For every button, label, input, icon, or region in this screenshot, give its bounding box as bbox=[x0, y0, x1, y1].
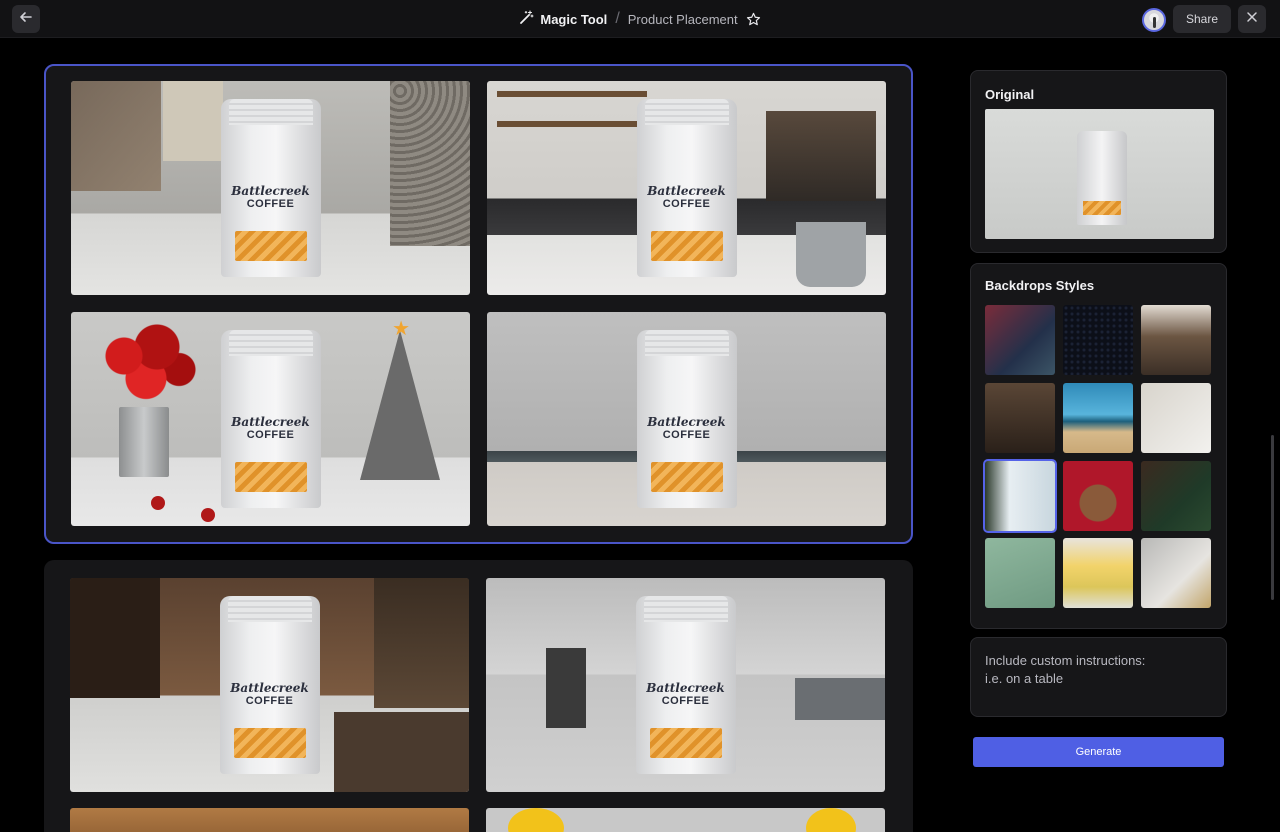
backdrops-panel: Backdrops Styles bbox=[970, 263, 1227, 629]
result-image[interactable] bbox=[486, 808, 885, 832]
magic-wand-icon bbox=[519, 10, 534, 28]
close-button[interactable] bbox=[1238, 5, 1266, 33]
share-button[interactable]: Share bbox=[1173, 5, 1231, 33]
original-image bbox=[985, 109, 1214, 239]
bag-brand: Battlecreek COFFEE bbox=[637, 415, 737, 442]
star-icon[interactable] bbox=[746, 12, 761, 27]
scrollbar[interactable] bbox=[1271, 435, 1274, 600]
backdrop-thumb-selected[interactable] bbox=[983, 459, 1057, 533]
close-icon bbox=[1246, 10, 1258, 28]
bag-label bbox=[650, 231, 723, 261]
bag-label bbox=[650, 462, 723, 492]
bag-brand: Battlecreek COFFEE bbox=[221, 184, 321, 211]
bag-brand: Battlecreek COFFEE bbox=[220, 681, 320, 708]
avatar[interactable] bbox=[1142, 8, 1166, 32]
product-bag: Battlecreek COFFEE bbox=[220, 330, 321, 508]
bag-brand-script: Battlecreek bbox=[647, 415, 726, 429]
top-bar: Magic Tool / Product Placement Share bbox=[0, 0, 1280, 38]
bag-label bbox=[234, 462, 307, 492]
generate-button[interactable]: Generate bbox=[973, 737, 1224, 767]
backdrop-thumb[interactable] bbox=[1141, 383, 1211, 453]
breadcrumb-tool-label: Magic Tool bbox=[540, 11, 608, 27]
backdrop-thumb[interactable] bbox=[1141, 305, 1211, 375]
bag-label bbox=[233, 728, 306, 758]
backdrop-thumb[interactable] bbox=[1063, 461, 1133, 531]
bag-brand-script: Battlecreek bbox=[230, 681, 309, 695]
original-panel: Original bbox=[970, 70, 1227, 253]
custom-instructions-placeholder: Include custom instructions: i.e. on a t… bbox=[985, 652, 1145, 688]
breadcrumb-tool[interactable]: Magic Tool bbox=[519, 10, 607, 28]
result-image[interactable]: Battlecreek COFFEE bbox=[487, 312, 886, 526]
backdrop-thumb[interactable] bbox=[985, 383, 1055, 453]
breadcrumb-separator: / bbox=[615, 10, 620, 27]
bag-brand-script: Battlecreek bbox=[646, 681, 725, 695]
backdrop-thumb[interactable] bbox=[1063, 305, 1133, 375]
backdrops-title: Backdrops Styles bbox=[985, 278, 1095, 293]
backdrop-thumb[interactable] bbox=[1141, 461, 1211, 531]
backdrop-thumb[interactable] bbox=[985, 538, 1055, 608]
result-group[interactable]: Battlecreek COFFEE Battlecreek COFFEE bbox=[44, 560, 913, 832]
bag-brand-word: COFFEE bbox=[246, 429, 295, 442]
bag-brand-script: Battlecreek bbox=[231, 415, 310, 429]
original-title: Original bbox=[985, 87, 1035, 102]
product-bag: Battlecreek COFFEE bbox=[635, 596, 736, 774]
breadcrumb: Magic Tool / Product Placement bbox=[0, 0, 1280, 38]
custom-instructions-line2: i.e. on a table bbox=[985, 671, 1064, 686]
breadcrumb-page-label: Product Placement bbox=[627, 11, 738, 27]
backdrop-thumb[interactable] bbox=[1063, 538, 1133, 608]
result-image[interactable] bbox=[70, 808, 469, 832]
bag-brand-word: COFFEE bbox=[662, 198, 711, 211]
custom-instructions-line1: Include custom instructions: bbox=[985, 653, 1146, 668]
result-image[interactable]: Battlecreek COFFEE bbox=[71, 81, 470, 295]
result-image[interactable]: Battlecreek COFFEE bbox=[70, 578, 469, 792]
result-image[interactable]: ★ Battlecreek COFFEE bbox=[71, 312, 470, 526]
bag-label bbox=[234, 231, 307, 261]
product-bag: Battlecreek COFFEE bbox=[219, 596, 320, 774]
product-bag: Battlecreek COFFEE bbox=[636, 330, 737, 508]
result-group-selected[interactable]: Battlecreek COFFEE Battlecreek COFFEE ★ Ba… bbox=[44, 64, 913, 544]
backdrop-thumb[interactable] bbox=[1141, 538, 1211, 608]
bag-brand: Battlecreek COFFEE bbox=[636, 681, 736, 708]
star-topper-icon: ★ bbox=[392, 318, 410, 340]
bag-label bbox=[649, 728, 722, 758]
bag-brand: Battlecreek COFFEE bbox=[221, 415, 321, 442]
backdrop-thumb[interactable] bbox=[1063, 383, 1133, 453]
backdrop-thumb[interactable] bbox=[985, 305, 1055, 375]
result-image[interactable]: Battlecreek COFFEE bbox=[487, 81, 886, 295]
bag-brand-word: COFFEE bbox=[246, 198, 295, 211]
result-image[interactable]: Battlecreek COFFEE bbox=[486, 578, 885, 792]
bag-brand-word: COFFEE bbox=[662, 429, 711, 442]
bag-brand-word: COFFEE bbox=[661, 695, 710, 708]
bag-brand: Battlecreek COFFEE bbox=[637, 184, 737, 211]
product-bag: Battlecreek COFFEE bbox=[220, 99, 321, 277]
bag-brand-script: Battlecreek bbox=[647, 184, 726, 198]
custom-instructions-field[interactable]: Include custom instructions: i.e. on a t… bbox=[970, 637, 1227, 717]
bag-brand-word: COFFEE bbox=[245, 695, 294, 708]
bag-brand-script: Battlecreek bbox=[231, 184, 310, 198]
product-bag: Battlecreek COFFEE bbox=[636, 99, 737, 277]
